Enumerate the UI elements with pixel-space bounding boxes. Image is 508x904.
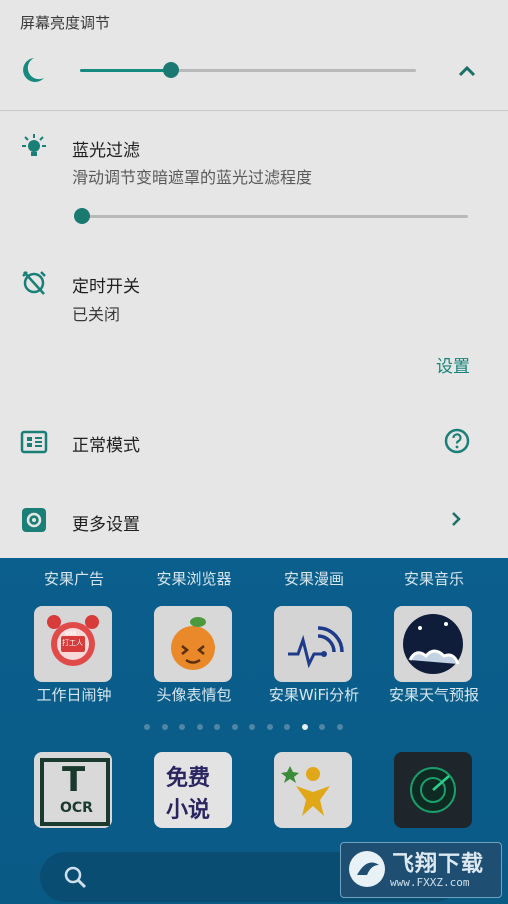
more-settings-label[interactable]: 更多设置 — [72, 510, 140, 535]
page-dot[interactable] — [249, 724, 255, 730]
wifi-analyzer-icon[interactable] — [274, 606, 352, 682]
alarm-badge-small: 998 — [65, 630, 77, 637]
app-label[interactable]: 安果WiFi分析 — [254, 684, 374, 705]
brightness-slider-fill — [80, 69, 171, 72]
app-label[interactable]: 安果音乐 — [374, 568, 494, 589]
page-dot[interactable] — [284, 724, 290, 730]
ocr-icon[interactable]: T OCR — [34, 752, 112, 828]
bulb-icon — [22, 134, 46, 156]
display-mode-icon — [20, 430, 48, 454]
watermark-url: www.FXXZ.com — [390, 876, 470, 889]
blue-filter-slider-track[interactable] — [80, 215, 468, 218]
page-indicator — [144, 724, 364, 732]
app-label[interactable]: 安果广告 — [14, 568, 134, 589]
chevron-up-icon[interactable] — [456, 60, 478, 82]
free-novel-icon[interactable]: 免费 小说 — [154, 752, 232, 828]
app-label[interactable]: 安果漫画 — [254, 568, 374, 589]
page-dot[interactable] — [319, 724, 325, 730]
page-dot[interactable] — [196, 724, 203, 730]
ocr-letter: T — [62, 760, 86, 800]
ocr-text: OCR — [60, 800, 93, 816]
brightness-title: 屏幕亮度调节 — [20, 14, 111, 32]
search-icon[interactable] — [62, 864, 88, 890]
blue-filter-slider-knob[interactable] — [74, 208, 90, 224]
page-dot[interactable] — [336, 724, 343, 730]
normal-mode-label[interactable]: 正常模式 — [72, 431, 140, 456]
divider — [0, 110, 508, 111]
app-label[interactable]: 工作日闹钟 — [14, 684, 134, 705]
timer-settings-link[interactable]: 设置 — [436, 352, 470, 377]
alarm-off-icon — [22, 271, 46, 295]
blue-filter-subtitle: 滑动调节变暗遮罩的蓝光过滤程度 — [72, 168, 313, 187]
brightness-slider-knob[interactable] — [162, 62, 179, 78]
watermark-title: 飞翔下载 — [392, 852, 485, 877]
app-label[interactable]: 安果浏览器 — [134, 568, 254, 589]
page-dot[interactable] — [161, 724, 168, 730]
star-person-icon[interactable] — [274, 752, 352, 828]
brightness-panel: 屏幕亮度调节 蓝光过滤 滑动调节变暗遮罩的蓝光过滤程度 定时开关 已关闭 设置 — [0, 0, 508, 558]
page-dot[interactable] — [179, 724, 185, 730]
weather-moon-icon[interactable] — [394, 606, 472, 682]
page-dot[interactable] — [301, 724, 308, 730]
blue-filter-title: 蓝光过滤 — [72, 141, 140, 161]
help-icon[interactable] — [444, 428, 470, 454]
page-dot[interactable] — [214, 724, 220, 730]
timer-status: 已关闭 — [72, 305, 121, 324]
page-dot[interactable] — [144, 724, 150, 730]
chevron-right-icon[interactable] — [448, 510, 464, 528]
app-label[interactable]: 安果天气预报 — [374, 684, 494, 705]
novel-line1: 免费 — [166, 766, 211, 791]
orange-face-icon[interactable] — [154, 606, 232, 682]
timer-title: 定时开关 — [72, 277, 140, 297]
novel-line2: 小说 — [166, 798, 211, 823]
app-label[interactable]: 头像表情包 — [134, 684, 254, 705]
page-dot[interactable] — [266, 724, 273, 730]
alarm-badge-text: 打工人 — [62, 639, 83, 647]
radar-icon[interactable] — [394, 752, 472, 828]
settings-gear-icon — [22, 508, 46, 532]
page-dot[interactable] — [231, 724, 238, 730]
moon-icon[interactable] — [22, 56, 48, 84]
